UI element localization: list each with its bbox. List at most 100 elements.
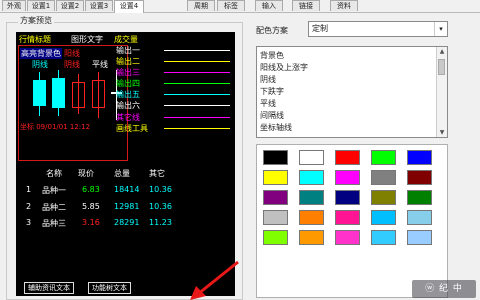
output-6-line [164,105,230,106]
color-swatch[interactable] [371,190,396,205]
color-swatch[interactable] [407,170,432,185]
list-item[interactable]: 阴线 [260,74,276,85]
col-name-header: 名称 [46,169,62,178]
row-price: 3.16 [82,218,100,227]
col-volume-header: 总量 [114,169,130,178]
row-price: 6.83 [82,185,100,194]
output-3-line [164,72,230,73]
output-2-label: 输出二 [116,57,140,66]
scheme-preview: 行情标题 图形文字 成交量 高亮背景色 阳线 平线 阴线 阴线 坐标 09/01… [16,32,235,296]
color-swatch[interactable] [407,190,432,205]
color-swatch[interactable] [263,170,288,185]
graphic-text: 图形文字 [71,35,103,44]
up-line-text: 阳线 [64,49,80,58]
drawing-tool-label: 画线工具 [116,124,148,133]
preview-group-label: 方案预览 [18,15,54,26]
tab-settings-4[interactable]: 设置4 [114,0,144,13]
row-number: 1 [26,185,32,194]
list-item[interactable]: 背景色 [260,50,284,61]
down-line-text: 阴线 [32,60,48,69]
drawing-tool-line [164,128,230,129]
candle-up [92,80,105,108]
list-item[interactable]: 间隔线 [260,110,284,121]
scroll-up-icon[interactable]: ▲ [437,47,447,56]
tab-settings-2[interactable]: 设置2 [56,0,84,11]
col-other-header: 其它 [149,169,165,178]
row-other: 10.36 [149,202,172,211]
tab-bar: 外观 设置1 设置2 设置3 设置4 周期 标签 输入 链接 资料 [0,0,480,13]
color-swatch[interactable] [371,230,396,245]
table-row: 2 品种二 5.85 12981 10.36 [16,202,235,214]
row-other: 11.23 [149,218,172,227]
color-swatch[interactable] [335,210,360,225]
output-6-label: 输出六 [116,101,140,110]
color-palette [256,144,448,298]
row-other: 10.36 [149,185,172,194]
list-item[interactable]: 阳线及上涨字 [260,62,308,73]
color-swatch[interactable] [299,190,324,205]
table-header: 名称 现价 总量 其它 [16,168,235,178]
row-number: 2 [26,202,32,211]
row-name: 品种三 [42,219,66,228]
color-swatch[interactable] [263,210,288,225]
candle-down [33,80,46,106]
scroll-down-icon[interactable]: ▼ [437,128,447,137]
row-name: 品种二 [42,203,66,212]
function-tree-text-button[interactable]: 功能树文本 [88,282,131,294]
list-scrollbar[interactable]: ▲ ▼ [436,47,447,137]
output-4-line [164,83,230,84]
col-price-header: 现价 [78,169,94,178]
color-swatch[interactable] [335,230,360,245]
color-swatch[interactable] [263,150,288,165]
output-1-line [164,50,230,51]
other-line-label: 其它线 [116,113,140,122]
table-row: 1 品种一 6.83 18414 10.36 [16,185,235,197]
color-swatch[interactable] [299,210,324,225]
volume-text: 成交量 [114,35,138,44]
output-4-label: 输出四 [116,79,140,88]
color-swatch[interactable] [299,150,324,165]
list-item[interactable]: 下跌字 [260,86,284,97]
table-row: 3 品种三 3.16 28291 11.23 [16,218,235,230]
axis-coordinate-text: 坐标 09/01/01 12:12 [20,123,91,131]
color-swatch[interactable] [407,230,432,245]
flat-line-text: 平线 [92,60,108,69]
list-item[interactable]: 坐标轴线 [260,122,292,133]
assist-info-text-button[interactable]: 辅助资讯文本 [24,282,74,294]
color-swatch[interactable] [371,150,396,165]
color-swatch[interactable] [263,230,288,245]
color-swatch[interactable] [407,150,432,165]
row-volume: 18414 [114,185,140,194]
color-swatch[interactable] [299,230,324,245]
chevron-down-icon[interactable]: ▾ [434,22,447,36]
scroll-thumb[interactable] [438,59,445,75]
list-item[interactable]: 平线 [260,98,276,109]
red-arrow-icon [190,260,239,300]
color-swatch[interactable] [335,190,360,205]
quote-title-text: 行情标题 [19,35,51,44]
color-swatch[interactable] [371,210,396,225]
tab-info[interactable]: 资料 [330,0,358,11]
color-swatch[interactable] [263,190,288,205]
row-volume: 12981 [114,202,140,211]
color-swatch[interactable] [335,170,360,185]
tab-settings-1[interactable]: 设置1 [27,0,55,11]
color-item-list[interactable]: 背景色 阳线及上涨字 阴线 下跌字 平线 间隔线 坐标轴线 ▲ ▼ [256,46,448,138]
tab-input[interactable]: 输入 [255,0,283,11]
color-swatch[interactable] [299,170,324,185]
color-scheme-select[interactable]: 定制 ▾ [308,21,448,37]
down-line-text-2: 阴线 [64,60,80,69]
color-swatch[interactable] [407,210,432,225]
row-volume: 28291 [114,218,140,227]
tab-period[interactable]: 周期 [187,0,215,11]
output-1-label: 输出一 [116,46,140,55]
tab-link[interactable]: 链接 [292,0,320,11]
color-scheme-value: 定制 [312,24,328,33]
tab-appearance[interactable]: 外观 [2,0,26,11]
color-swatch[interactable] [335,150,360,165]
output-3-label: 输出三 [116,68,140,77]
color-scheme-label: 配色方案 [256,26,288,35]
tab-label[interactable]: 标签 [217,0,245,11]
tab-settings-3[interactable]: 设置3 [85,0,113,11]
color-swatch[interactable] [371,170,396,185]
